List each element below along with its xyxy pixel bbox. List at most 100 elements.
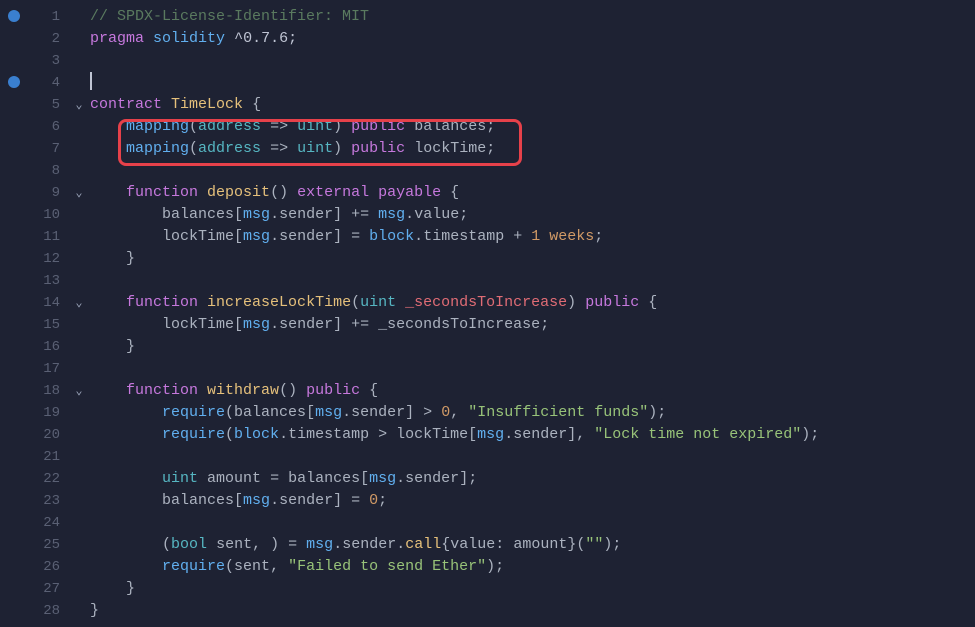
code-token: block [369, 228, 414, 245]
code-token: . [270, 316, 279, 333]
code-line[interactable]: mapping(address => uint) public balances… [90, 116, 975, 138]
code-token: mapping [126, 118, 189, 135]
code-token: public [585, 294, 639, 311]
code-token [459, 404, 468, 421]
code-token [90, 140, 126, 157]
code-token [432, 404, 441, 421]
code-line[interactable] [90, 160, 975, 182]
code-token: ] [333, 316, 342, 333]
code-line[interactable]: } [90, 600, 975, 622]
fold-toggle[interactable]: ⌄ [68, 94, 90, 116]
code-line[interactable] [90, 270, 975, 292]
code-token: ( [189, 140, 198, 157]
code-token [639, 294, 648, 311]
code-line[interactable] [90, 72, 975, 94]
code-token: require [162, 426, 225, 443]
code-token: bool [171, 536, 207, 553]
code-line[interactable]: } [90, 336, 975, 358]
code-token: sender [279, 492, 333, 509]
code-line[interactable]: require(block.timestamp > lockTime[msg.s… [90, 424, 975, 446]
gutter-markers [0, 0, 28, 627]
code-token: ) [333, 140, 342, 157]
line-number: 22 [28, 468, 68, 490]
code-token: sender [513, 426, 567, 443]
code-token [90, 118, 126, 135]
code-token: sender [279, 228, 333, 245]
fold-toggle[interactable]: ⌄ [68, 182, 90, 204]
code-token: . [405, 206, 414, 223]
fold-toggle [68, 270, 90, 292]
code-token: ) [270, 536, 279, 553]
code-token: : [495, 536, 504, 553]
code-token: ) [333, 118, 342, 135]
code-token [162, 96, 171, 113]
gutter-marker-dot[interactable] [8, 76, 20, 88]
code-line[interactable] [90, 50, 975, 72]
code-line[interactable]: function increaseLockTime(uint _secondsT… [90, 292, 975, 314]
code-line[interactable]: } [90, 578, 975, 600]
code-token [576, 294, 585, 311]
fold-toggle [68, 424, 90, 446]
code-token: amount [513, 536, 567, 553]
code-line[interactable] [90, 446, 975, 468]
code-line[interactable]: balances[msg.sender] += msg.value; [90, 204, 975, 226]
code-token: { [252, 96, 261, 113]
code-token: 1 weeks [531, 228, 594, 245]
code-line[interactable]: pragma solidity ^0.7.6; [90, 28, 975, 50]
line-number: 15 [28, 314, 68, 336]
fold-toggle[interactable]: ⌄ [68, 292, 90, 314]
code-area[interactable]: // SPDX-License-Identifier: MITpragma so… [90, 0, 975, 627]
code-line[interactable]: contract TimeLock { [90, 94, 975, 116]
code-token: ^0.7.6; [234, 30, 297, 47]
code-token: ); [603, 536, 621, 553]
code-token: ( [351, 294, 360, 311]
code-token [90, 580, 126, 597]
code-token: increaseLockTime [207, 294, 351, 311]
code-token: { [369, 382, 378, 399]
code-line[interactable]: require(balances[msg.sender] > 0, "Insuf… [90, 402, 975, 424]
line-number: 3 [28, 50, 68, 72]
code-token: _secondsToIncrease [378, 316, 540, 333]
code-line[interactable] [90, 512, 975, 534]
code-token [279, 558, 288, 575]
code-token [90, 470, 162, 487]
code-token: sender [351, 404, 405, 421]
code-line[interactable]: lockTime[msg.sender] += _secondsToIncrea… [90, 314, 975, 336]
code-editor[interactable]: 1234567891011121314151617181920212223242… [0, 0, 975, 627]
fold-toggle[interactable]: ⌄ [68, 380, 90, 402]
code-line[interactable] [90, 358, 975, 380]
code-line[interactable]: require(sent, "Failed to send Ether"); [90, 556, 975, 578]
code-token: = [351, 228, 360, 245]
code-token: public [351, 118, 405, 135]
code-line[interactable]: mapping(address => uint) public lockTime… [90, 138, 975, 160]
fold-toggle [68, 248, 90, 270]
code-token [387, 426, 396, 443]
code-token: () [279, 382, 297, 399]
code-token [297, 536, 306, 553]
code-token [261, 536, 270, 553]
code-token [90, 250, 126, 267]
code-line[interactable]: lockTime[msg.sender] = block.timestamp +… [90, 226, 975, 248]
fold-toggle [68, 50, 90, 72]
code-line[interactable]: uint amount = balances[msg.sender]; [90, 468, 975, 490]
code-token: , [252, 536, 261, 553]
code-line[interactable]: balances[msg.sender] = 0; [90, 490, 975, 512]
code-token [90, 316, 162, 333]
code-token: msg [315, 404, 342, 421]
code-token: value [414, 206, 459, 223]
code-token: 0 [441, 404, 450, 421]
line-number: 25 [28, 534, 68, 556]
code-line[interactable]: function deposit() external payable { [90, 182, 975, 204]
code-line[interactable]: (bool sent, ) = msg.sender.call{value: a… [90, 534, 975, 556]
code-token: ); [648, 404, 666, 421]
code-token: . [333, 536, 342, 553]
code-line[interactable]: function withdraw() public { [90, 380, 975, 402]
line-number: 23 [28, 490, 68, 512]
code-line[interactable]: } [90, 248, 975, 270]
code-token: . [270, 206, 279, 223]
code-token: () [270, 184, 288, 201]
code-token: uint [162, 470, 198, 487]
fold-toggle [68, 138, 90, 160]
code-line[interactable]: // SPDX-License-Identifier: MIT [90, 6, 975, 28]
gutter-marker-dot[interactable] [8, 10, 20, 22]
